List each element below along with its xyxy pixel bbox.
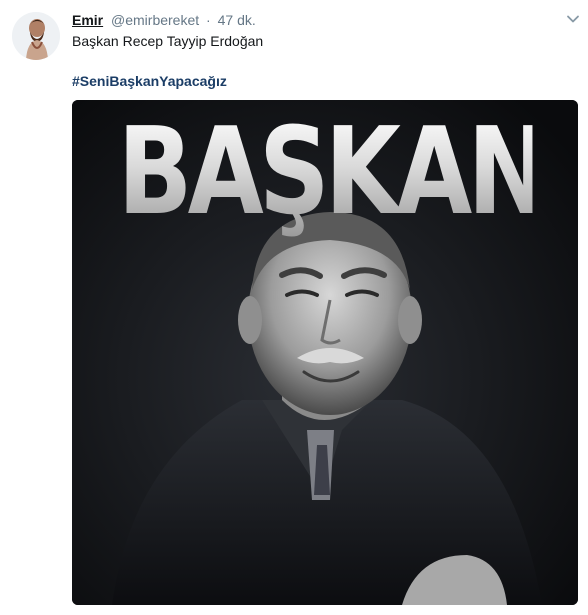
avatar[interactable] — [12, 12, 60, 60]
tweet-text: Başkan Recep Tayyip Erdoğan — [72, 33, 264, 49]
tweet-header: Emir @emirbereket · 47 dk. — [72, 10, 256, 30]
author-name[interactable]: Emir — [72, 12, 103, 28]
chevron-down-icon[interactable] — [566, 12, 580, 26]
hashtag-link[interactable]: #SeniBaşkanYapacağız — [72, 72, 227, 90]
meta-separator: · — [206, 12, 211, 28]
tweet-timestamp[interactable]: 47 dk. — [218, 12, 256, 28]
media-overlay-word: BAŞKAN — [117, 103, 550, 242]
avatar-photo-icon — [12, 12, 60, 60]
author-handle[interactable]: @emirbereket — [111, 12, 199, 28]
tweet[interactable]: Emir @emirbereket · 47 dk. Başkan Recep … — [0, 0, 588, 615]
tweet-media[interactable]: BAŞKAN — [72, 100, 578, 605]
